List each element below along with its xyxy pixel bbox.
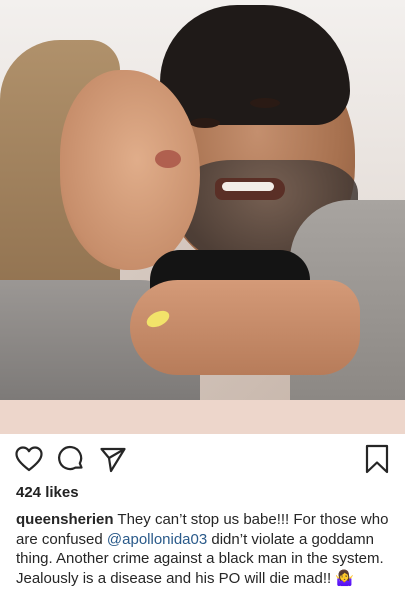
man-left-eye: [190, 118, 220, 128]
man-right-eye: [250, 98, 280, 108]
woman-arm: [130, 280, 360, 375]
action-bar: [0, 434, 405, 482]
heart-icon[interactable]: [14, 444, 44, 474]
instagram-post: 424 likes queensherien They can’t stop u…: [0, 0, 405, 600]
likes-count[interactable]: 424 likes: [16, 484, 79, 501]
bookmark-icon[interactable]: [362, 444, 392, 474]
comment-icon[interactable]: [56, 444, 86, 474]
caption-username[interactable]: queensherien: [16, 511, 114, 528]
caption-mention[interactable]: @apollonida03: [107, 531, 207, 548]
man-teeth: [222, 182, 274, 191]
photo-bottom-band: [0, 400, 405, 434]
woman-lips: [155, 150, 181, 168]
shrug-emoji: 🤷‍♀️: [335, 569, 355, 587]
post-photo[interactable]: [0, 0, 405, 400]
share-icon[interactable]: [98, 444, 128, 474]
post-caption: queensherien They can’t stop us babe!!! …: [16, 510, 401, 588]
